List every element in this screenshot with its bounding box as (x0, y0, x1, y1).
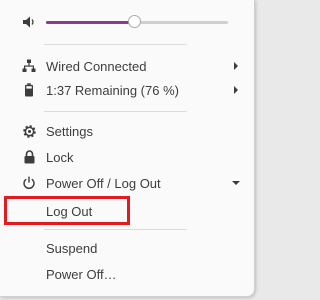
settings-label: Settings (46, 123, 93, 139)
volume-slider-fill (46, 21, 136, 24)
network-item[interactable]: Wired Connected (0, 54, 254, 78)
chevron-down-icon (232, 181, 240, 185)
lock-label: Lock (46, 149, 74, 165)
volume-slider[interactable] (46, 15, 228, 28)
suspend-label: Suspend (46, 240, 98, 256)
poweroff-item[interactable]: Power Off… (0, 262, 254, 286)
suspend-item[interactable]: Suspend (0, 236, 254, 260)
separator (44, 111, 187, 112)
chevron-right-icon (234, 86, 238, 94)
separator (44, 229, 187, 230)
power-label: Power Off / Log Out (46, 175, 161, 191)
wired-network-icon (21, 58, 37, 74)
annotation-highlight-box (4, 196, 130, 225)
system-menu: Wired Connected 1:37 Remaining (76 %) Se… (0, 0, 255, 297)
battery-label: 1:37 Remaining (76 %) (46, 82, 179, 98)
lock-item[interactable]: Lock (0, 145, 254, 169)
gear-icon (21, 123, 37, 139)
power-icon (21, 175, 37, 191)
settings-item[interactable]: Settings (0, 119, 254, 143)
separator (44, 44, 187, 45)
network-label: Wired Connected (46, 58, 147, 74)
lock-icon (21, 149, 37, 165)
battery-item[interactable]: 1:37 Remaining (76 %) (0, 78, 254, 102)
power-menu-item[interactable]: Power Off / Log Out (0, 171, 254, 195)
chevron-right-icon (234, 62, 238, 70)
poweroff-label: Power Off… (46, 266, 117, 282)
speaker-icon (21, 14, 37, 30)
battery-icon (21, 82, 37, 98)
